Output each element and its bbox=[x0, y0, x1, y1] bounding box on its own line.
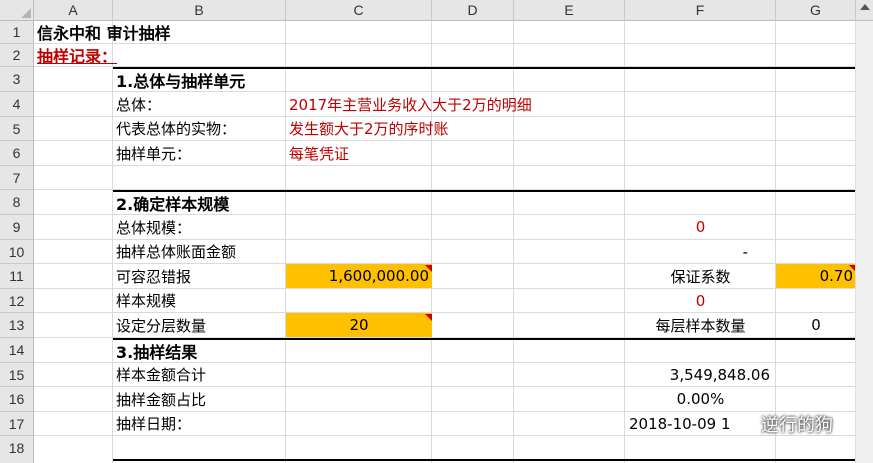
row-header-1[interactable]: 1 bbox=[0, 21, 34, 44]
cell-c6[interactable]: 每笔凭证 bbox=[286, 141, 352, 165]
cell-g11[interactable]: 0.70 bbox=[776, 264, 856, 288]
cell-b10[interactable]: 抽样总体账面金额 bbox=[113, 240, 239, 263]
wechat-icon bbox=[735, 415, 757, 432]
cell-a2[interactable]: 抽样记录： bbox=[34, 44, 120, 66]
cell-f15[interactable]: 3,549,848.06 bbox=[625, 363, 776, 386]
cell-f10[interactable]: - bbox=[625, 240, 776, 263]
row-header-4[interactable]: 4 bbox=[0, 92, 34, 117]
spreadsheet: A B C D E F G 1 2 3 4 5 6 7 8 9 10 11 12… bbox=[0, 0, 873, 463]
row-header-9[interactable]: 9 bbox=[0, 215, 34, 240]
cell-c13[interactable]: 20 bbox=[286, 313, 432, 337]
cell-b16[interactable]: 抽样金额占比 bbox=[113, 387, 209, 411]
cell-b5[interactable]: 代表总体的实物： bbox=[113, 117, 239, 140]
row-header-11[interactable]: 11 bbox=[0, 264, 34, 289]
comment-indicator-icon bbox=[425, 314, 432, 321]
cell-f11[interactable]: 保证系数 bbox=[625, 264, 776, 288]
column-header-g[interactable]: G bbox=[776, 0, 856, 21]
cell-b9[interactable]: 总体规模： bbox=[113, 215, 194, 239]
column-header-d[interactable]: D bbox=[432, 0, 514, 21]
row-header-3[interactable]: 3 bbox=[0, 67, 34, 92]
cell-b8[interactable]: 2.确定样本规模 bbox=[113, 191, 232, 215]
cell-f12[interactable]: 0 bbox=[625, 289, 776, 312]
cell-c11[interactable]: 1,600,000.00 bbox=[286, 264, 432, 288]
gridline bbox=[285, 21, 286, 463]
cell-f9[interactable]: 0 bbox=[625, 215, 776, 239]
scroll-up-icon[interactable] bbox=[860, 4, 870, 10]
cell-b15[interactable]: 样本金额合计 bbox=[113, 363, 209, 386]
column-header-c[interactable]: C bbox=[286, 0, 432, 21]
row-header-7[interactable]: 7 bbox=[0, 166, 34, 190]
row-header-17[interactable]: 17 bbox=[0, 412, 34, 436]
column-header-e[interactable]: E bbox=[514, 0, 625, 21]
cell-b6[interactable]: 抽样单元： bbox=[113, 141, 194, 165]
cell-c5[interactable]: 发生额大于2万的序时账 bbox=[286, 117, 452, 140]
cell-f13[interactable]: 每层样本数量 bbox=[625, 313, 776, 337]
row-header-2[interactable]: 2 bbox=[0, 44, 34, 67]
row-header-8[interactable]: 8 bbox=[0, 190, 34, 215]
comment-indicator-icon bbox=[425, 265, 432, 272]
cell-b14[interactable]: 3.抽样结果 bbox=[113, 340, 200, 362]
section-border bbox=[113, 338, 873, 340]
section-border bbox=[113, 459, 873, 461]
cell-f17[interactable]: 2018-10-09 1 bbox=[625, 412, 745, 435]
cell-f16[interactable]: 0.00% bbox=[625, 387, 776, 411]
cell-b3[interactable]: 1.总体与抽样单元 bbox=[113, 68, 248, 92]
row-header-14[interactable]: 14 bbox=[0, 338, 34, 363]
cell-b4[interactable]: 总体： bbox=[113, 92, 164, 116]
cell-b12[interactable]: 样本规模 bbox=[113, 289, 179, 312]
select-all-triangle-icon bbox=[21, 8, 31, 18]
select-all-corner[interactable] bbox=[0, 0, 34, 21]
column-header-b[interactable]: B bbox=[113, 0, 286, 21]
cell-b17[interactable]: 抽样日期： bbox=[113, 412, 194, 435]
cell-a1[interactable]: 信永中和 审计抽样 bbox=[34, 21, 174, 43]
gridline bbox=[34, 165, 873, 166]
row-header-10[interactable]: 10 bbox=[0, 240, 34, 264]
gridline bbox=[513, 21, 514, 463]
cell-g13[interactable]: 0 bbox=[776, 313, 856, 337]
vertical-scrollbar[interactable] bbox=[855, 21, 873, 463]
watermark-text: 逆行的狗 bbox=[761, 415, 833, 436]
watermark: 逆行的狗 bbox=[735, 411, 833, 437]
row-header-6[interactable]: 6 bbox=[0, 141, 34, 166]
cell-b13[interactable]: 设定分层数量 bbox=[113, 313, 209, 337]
row-header-13[interactable]: 13 bbox=[0, 313, 34, 338]
row-header-12[interactable]: 12 bbox=[0, 289, 34, 313]
row-header-16[interactable]: 16 bbox=[0, 387, 34, 412]
column-header-f[interactable]: F bbox=[625, 0, 776, 21]
column-header-a[interactable]: A bbox=[34, 0, 113, 21]
cell-b11[interactable]: 可容忍错报 bbox=[113, 264, 194, 288]
row-header-15[interactable]: 15 bbox=[0, 363, 34, 387]
row-header-5[interactable]: 5 bbox=[0, 117, 34, 141]
row-header-18[interactable]: 18 bbox=[0, 436, 34, 463]
gridline bbox=[431, 21, 432, 463]
cell-c4[interactable]: 2017年主营业务收入大于2万的明细 bbox=[286, 92, 535, 116]
